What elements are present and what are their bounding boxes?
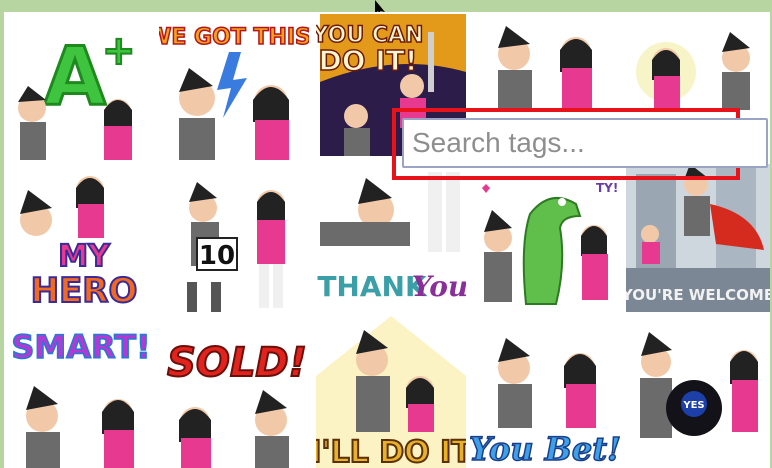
sticker-thank-you[interactable]: THANK You: [316, 164, 466, 312]
svg-text:You: You: [412, 270, 466, 303]
sticker-sold[interactable]: SOLD!: [159, 316, 309, 468]
sticker-we-got-this[interactable]: WE GOT THIS!: [159, 12, 309, 160]
svg-text:YOU'RE WELCOME: YOU'RE WELCOME: [626, 286, 770, 304]
svg-text:YES: YES: [682, 400, 704, 411]
sticker-ten-score[interactable]: 10: [159, 164, 309, 312]
svg-text:10: 10: [199, 241, 235, 271]
sticker-my-hero[interactable]: MY HERO: [6, 164, 156, 312]
sticker-magic-8-ball[interactable]: YES: [626, 316, 770, 468]
svg-text:I'LL DO IT: I'LL DO IT: [316, 435, 466, 468]
svg-text:WE GOT THIS!: WE GOT THIS!: [159, 25, 309, 50]
svg-text:SOLD!: SOLD!: [167, 340, 307, 386]
svg-text:TY!: TY!: [596, 181, 618, 195]
svg-text:SMART!: SMART!: [11, 328, 150, 366]
sticker-a-plus[interactable]: A +: [6, 12, 156, 160]
sticker-smart[interactable]: SMART!: [6, 316, 156, 468]
svg-text:You Bet!: You Bet!: [470, 430, 620, 468]
svg-text:+: +: [102, 28, 136, 74]
sticker-youre-welcome[interactable]: YOU'RE WELCOME: [626, 164, 770, 312]
search-tags-input[interactable]: [402, 118, 768, 168]
svg-text:A: A: [44, 30, 106, 123]
svg-text:MY: MY: [58, 239, 111, 274]
sticker-grid: A + WE GOT THIS! YOU CAN DO IT!: [4, 12, 770, 468]
svg-text:HERO: HERO: [31, 271, 138, 311]
sticker-you-bet[interactable]: You Bet!: [470, 316, 620, 468]
svg-text:DO IT!: DO IT!: [318, 44, 417, 77]
sticker-crocodile[interactable]: TY!: [470, 164, 620, 312]
sticker-ill-do-it[interactable]: I'LL DO IT: [316, 316, 466, 468]
